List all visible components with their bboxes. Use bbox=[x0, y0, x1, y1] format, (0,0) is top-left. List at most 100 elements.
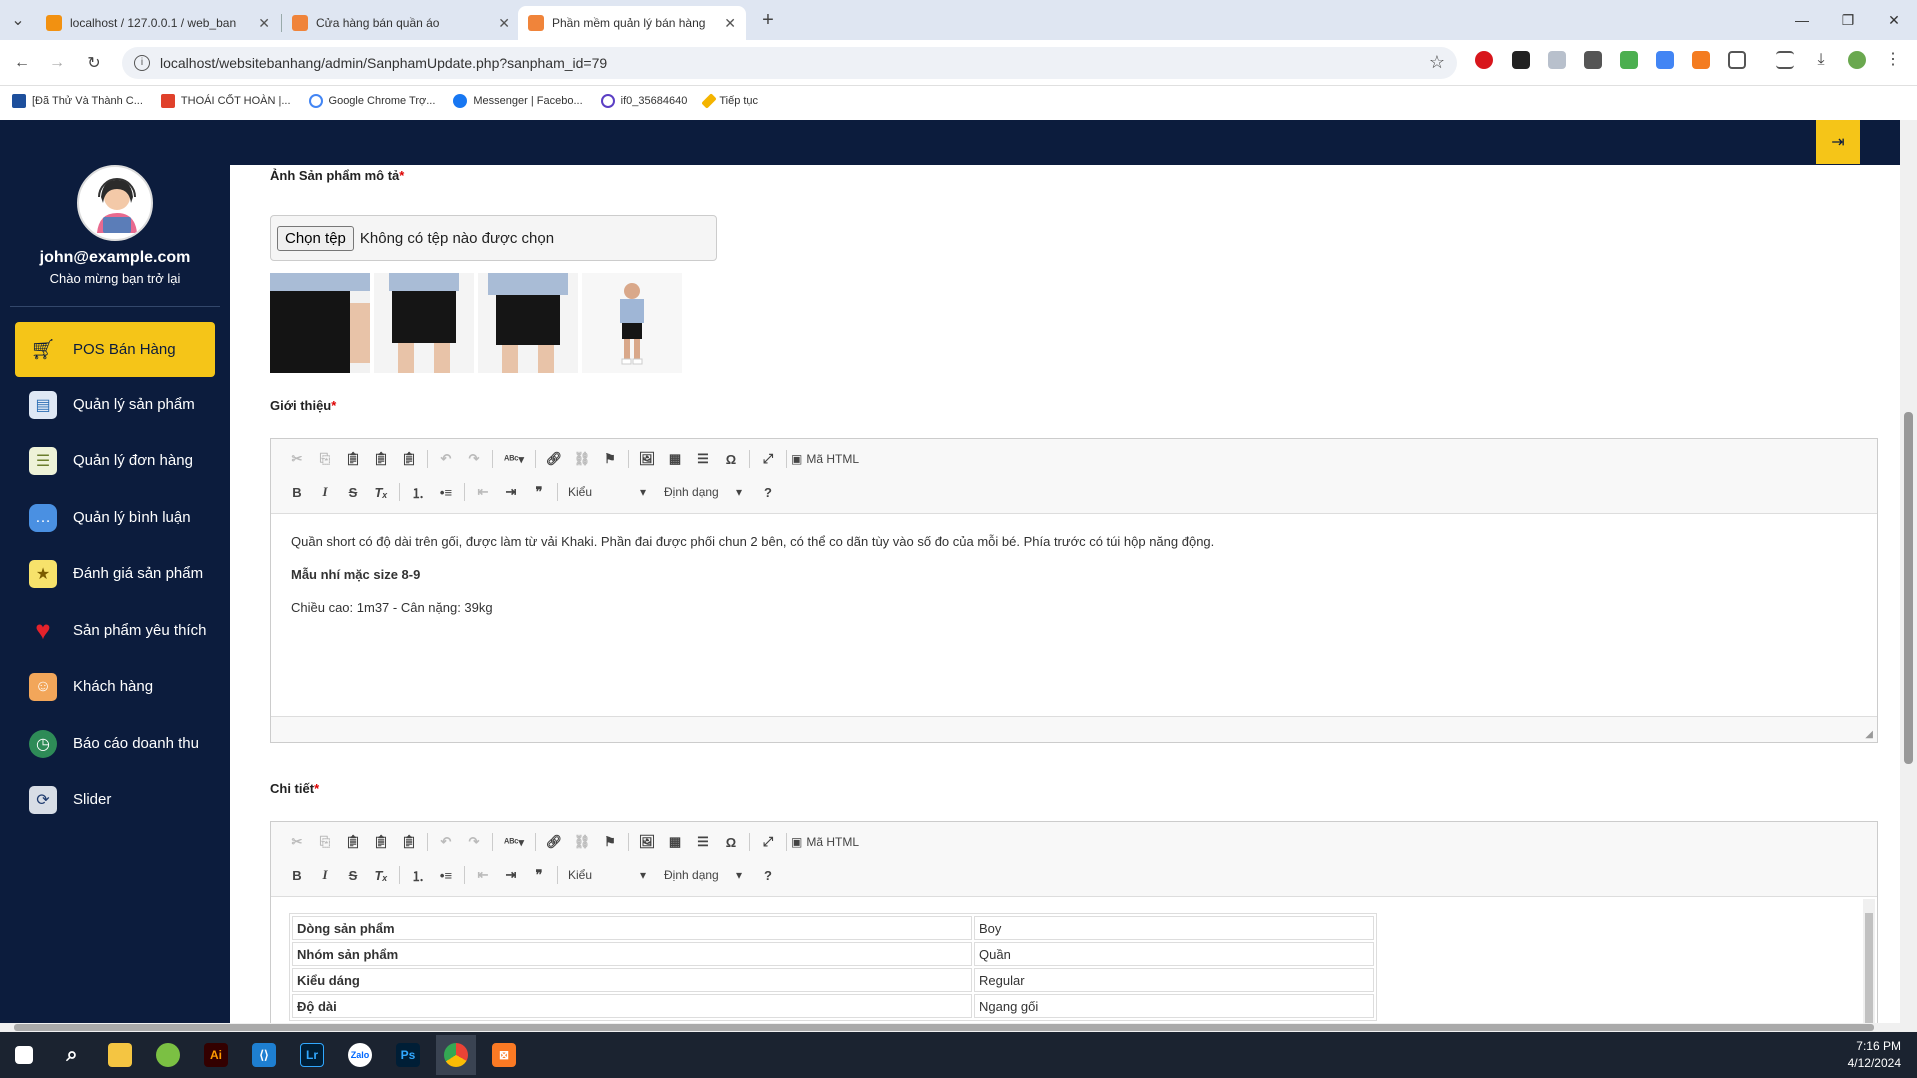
format-dropdown[interactable]: Định dạng ▾ bbox=[658, 868, 748, 882]
bookmark-item[interactable]: if0_35684640 bbox=[600, 94, 687, 108]
help-icon[interactable]: ? bbox=[754, 485, 782, 500]
extension-icon[interactable] bbox=[1512, 51, 1530, 69]
back-button[interactable]: ← bbox=[10, 51, 34, 75]
link-icon[interactable]: 🔗︎ bbox=[540, 834, 568, 850]
close-icon[interactable]: ✕ bbox=[724, 15, 736, 32]
sidebar-item-orders[interactable]: ☰ Quản lý đơn hàng bbox=[15, 433, 215, 488]
translate-icon[interactable] bbox=[1656, 51, 1674, 69]
numbered-list-icon[interactable]: ⒈ bbox=[404, 866, 432, 885]
windows-start-icon[interactable] bbox=[4, 1035, 44, 1075]
help-icon[interactable]: ? bbox=[754, 868, 782, 883]
outdent-icon[interactable]: ⇤ bbox=[469, 484, 497, 500]
blockquote-icon[interactable]: ❞ bbox=[525, 484, 553, 500]
unlink-icon[interactable]: ⛓ bbox=[568, 834, 596, 850]
chrome-icon[interactable] bbox=[436, 1035, 476, 1075]
special-char-icon[interactable]: Ω bbox=[717, 452, 745, 467]
cut-icon[interactable]: ✂ bbox=[283, 834, 311, 850]
reload-button[interactable]: ↻ bbox=[82, 51, 106, 75]
blockquote-icon[interactable]: ❞ bbox=[525, 867, 553, 883]
choose-file-button[interactable]: Chọn tệp bbox=[277, 225, 354, 251]
cut-icon[interactable]: ✂ bbox=[283, 451, 311, 467]
outdent-icon[interactable]: ⇤ bbox=[469, 867, 497, 883]
undo-icon[interactable]: ↶ bbox=[432, 451, 460, 467]
restore-button[interactable]: ❐ bbox=[1825, 0, 1871, 40]
forward-button[interactable]: → bbox=[45, 51, 69, 75]
bookmark-item[interactable]: THOÁI CỐT HOÀN |... bbox=[160, 94, 291, 108]
file-input[interactable]: Chọn tệp Không có tệp nào được chọn bbox=[270, 215, 717, 261]
sidebar-item-products[interactable]: ▤ Quản lý sản phẩm bbox=[15, 377, 215, 432]
zalo-icon[interactable]: Zalo bbox=[340, 1035, 380, 1075]
close-icon[interactable]: ✕ bbox=[258, 15, 270, 32]
special-char-icon[interactable]: Ω bbox=[717, 835, 745, 850]
undo-icon[interactable]: ↶ bbox=[432, 834, 460, 850]
sidebar-item-comments[interactable]: … Quản lý bình luận bbox=[15, 490, 215, 545]
download-icon[interactable]: ⤓ bbox=[1812, 51, 1830, 69]
minimize-button[interactable]: — bbox=[1779, 0, 1825, 40]
sidebar-item-revenue[interactable]: ◷ Báo cáo doanh thu bbox=[15, 716, 215, 771]
extension-icon[interactable] bbox=[1692, 51, 1710, 69]
vscode-icon[interactable]: ⟨⟩ bbox=[244, 1035, 284, 1075]
copy-icon[interactable]: ⎘ bbox=[311, 451, 339, 467]
bold-icon[interactable]: B bbox=[283, 485, 311, 500]
window-close-button[interactable]: ✕ bbox=[1871, 0, 1917, 40]
paste-icon[interactable]: 📋︎ bbox=[339, 834, 367, 850]
menu-icon[interactable]: ⋮ bbox=[1884, 51, 1902, 69]
copy-icon[interactable]: ⎘ bbox=[311, 834, 339, 850]
media-icon[interactable] bbox=[1776, 51, 1794, 69]
remove-format-icon[interactable]: Tₓ bbox=[367, 485, 395, 500]
link-icon[interactable]: 🔗︎ bbox=[540, 451, 568, 467]
tab-shop[interactable]: Cửa hàng bán quần áo ✕ bbox=[282, 6, 520, 40]
new-tab-button[interactable]: + bbox=[756, 8, 780, 32]
bookmark-item[interactable]: [Đã Thử Và Thành C... bbox=[12, 94, 143, 108]
table-icon[interactable]: ▦ bbox=[661, 834, 689, 850]
scrollbar-thumb[interactable] bbox=[1904, 412, 1913, 764]
app-icon[interactable] bbox=[148, 1035, 188, 1075]
opera-icon[interactable] bbox=[1475, 51, 1493, 69]
page-scrollbar[interactable] bbox=[1900, 120, 1917, 1023]
strike-icon[interactable]: S bbox=[339, 868, 367, 883]
bookmark-item[interactable]: Google Chrome Trợ... bbox=[308, 94, 435, 108]
paste-text-icon[interactable]: 📋︎ bbox=[367, 451, 395, 467]
lightroom-icon[interactable]: Lr bbox=[292, 1035, 332, 1075]
bookmark-item[interactable]: Messenger | Facebo... bbox=[453, 94, 583, 108]
paste-text-icon[interactable]: 📋︎ bbox=[367, 834, 395, 850]
shield-icon[interactable] bbox=[1548, 51, 1566, 69]
editor-body[interactable]: Dòng sản phẩm Boy Nhóm sản phẩm Quần Kiểu … bbox=[271, 897, 1877, 1023]
tab-admin[interactable]: Phần mềm quản lý bán hàng ✕ bbox=[518, 6, 746, 40]
bulleted-list-icon[interactable]: •≡ bbox=[432, 485, 460, 500]
source-button[interactable]: ▣ Mã HTML bbox=[791, 452, 859, 466]
numbered-list-icon[interactable]: ⒈ bbox=[404, 483, 432, 502]
paste-word-icon[interactable]: 📋︎ bbox=[395, 834, 423, 850]
table-icon[interactable]: ▦ bbox=[661, 451, 689, 467]
photoshop-icon[interactable]: Ps bbox=[388, 1035, 428, 1075]
system-clock[interactable]: 7:16 PM 4/12/2024 bbox=[1848, 1032, 1901, 1078]
extension-icon[interactable] bbox=[1620, 51, 1638, 69]
sidebar-item-pos[interactable]: 🛒︎ POS Bán Hàng bbox=[15, 322, 215, 377]
editor-body[interactable]: Quần short có độ dài trên gối, được làm … bbox=[271, 514, 1877, 716]
maximize-icon[interactable]: ⤢ bbox=[754, 834, 782, 850]
source-button[interactable]: ▣ Mã HTML bbox=[791, 835, 859, 849]
bookmark-item[interactable]: Tiếp tục bbox=[701, 93, 758, 109]
editor-scrollbar[interactable] bbox=[1863, 899, 1875, 1023]
paste-word-icon[interactable]: 📋︎ bbox=[395, 451, 423, 467]
bulleted-list-icon[interactable]: •≡ bbox=[432, 868, 460, 883]
search-icon[interactable]: ⌕ bbox=[52, 1035, 92, 1075]
site-info-icon[interactable]: i bbox=[134, 55, 150, 71]
resize-handle-icon[interactable]: ◢ bbox=[1865, 729, 1873, 740]
illustrator-icon[interactable]: Ai bbox=[196, 1035, 236, 1075]
tab-search-icon[interactable]: ⌄ bbox=[6, 8, 30, 32]
anchor-icon[interactable]: ⚑ bbox=[596, 451, 624, 467]
paste-icon[interactable]: 📋︎ bbox=[339, 451, 367, 467]
redo-icon[interactable]: ↷ bbox=[460, 451, 488, 467]
scrollbar-thumb[interactable] bbox=[14, 1024, 1874, 1031]
indent-icon[interactable]: ⇥ bbox=[497, 484, 525, 500]
sidebar-item-favorites[interactable]: ♥ Sản phẩm yêu thích bbox=[15, 603, 215, 658]
maximize-icon[interactable]: ⤢ bbox=[754, 451, 782, 467]
puzzle-icon[interactable] bbox=[1728, 51, 1746, 69]
sidebar-item-slider[interactable]: ⟳ Slider bbox=[15, 772, 215, 827]
italic-icon[interactable]: I bbox=[311, 867, 339, 883]
strike-icon[interactable]: S bbox=[339, 485, 367, 500]
tab-phpmyadmin[interactable]: localhost / 127.0.0.1 / web_ban ✕ bbox=[36, 6, 280, 40]
sidebar-item-customers[interactable]: ☺ Khách hàng bbox=[15, 659, 215, 714]
close-icon[interactable]: ✕ bbox=[498, 15, 510, 32]
